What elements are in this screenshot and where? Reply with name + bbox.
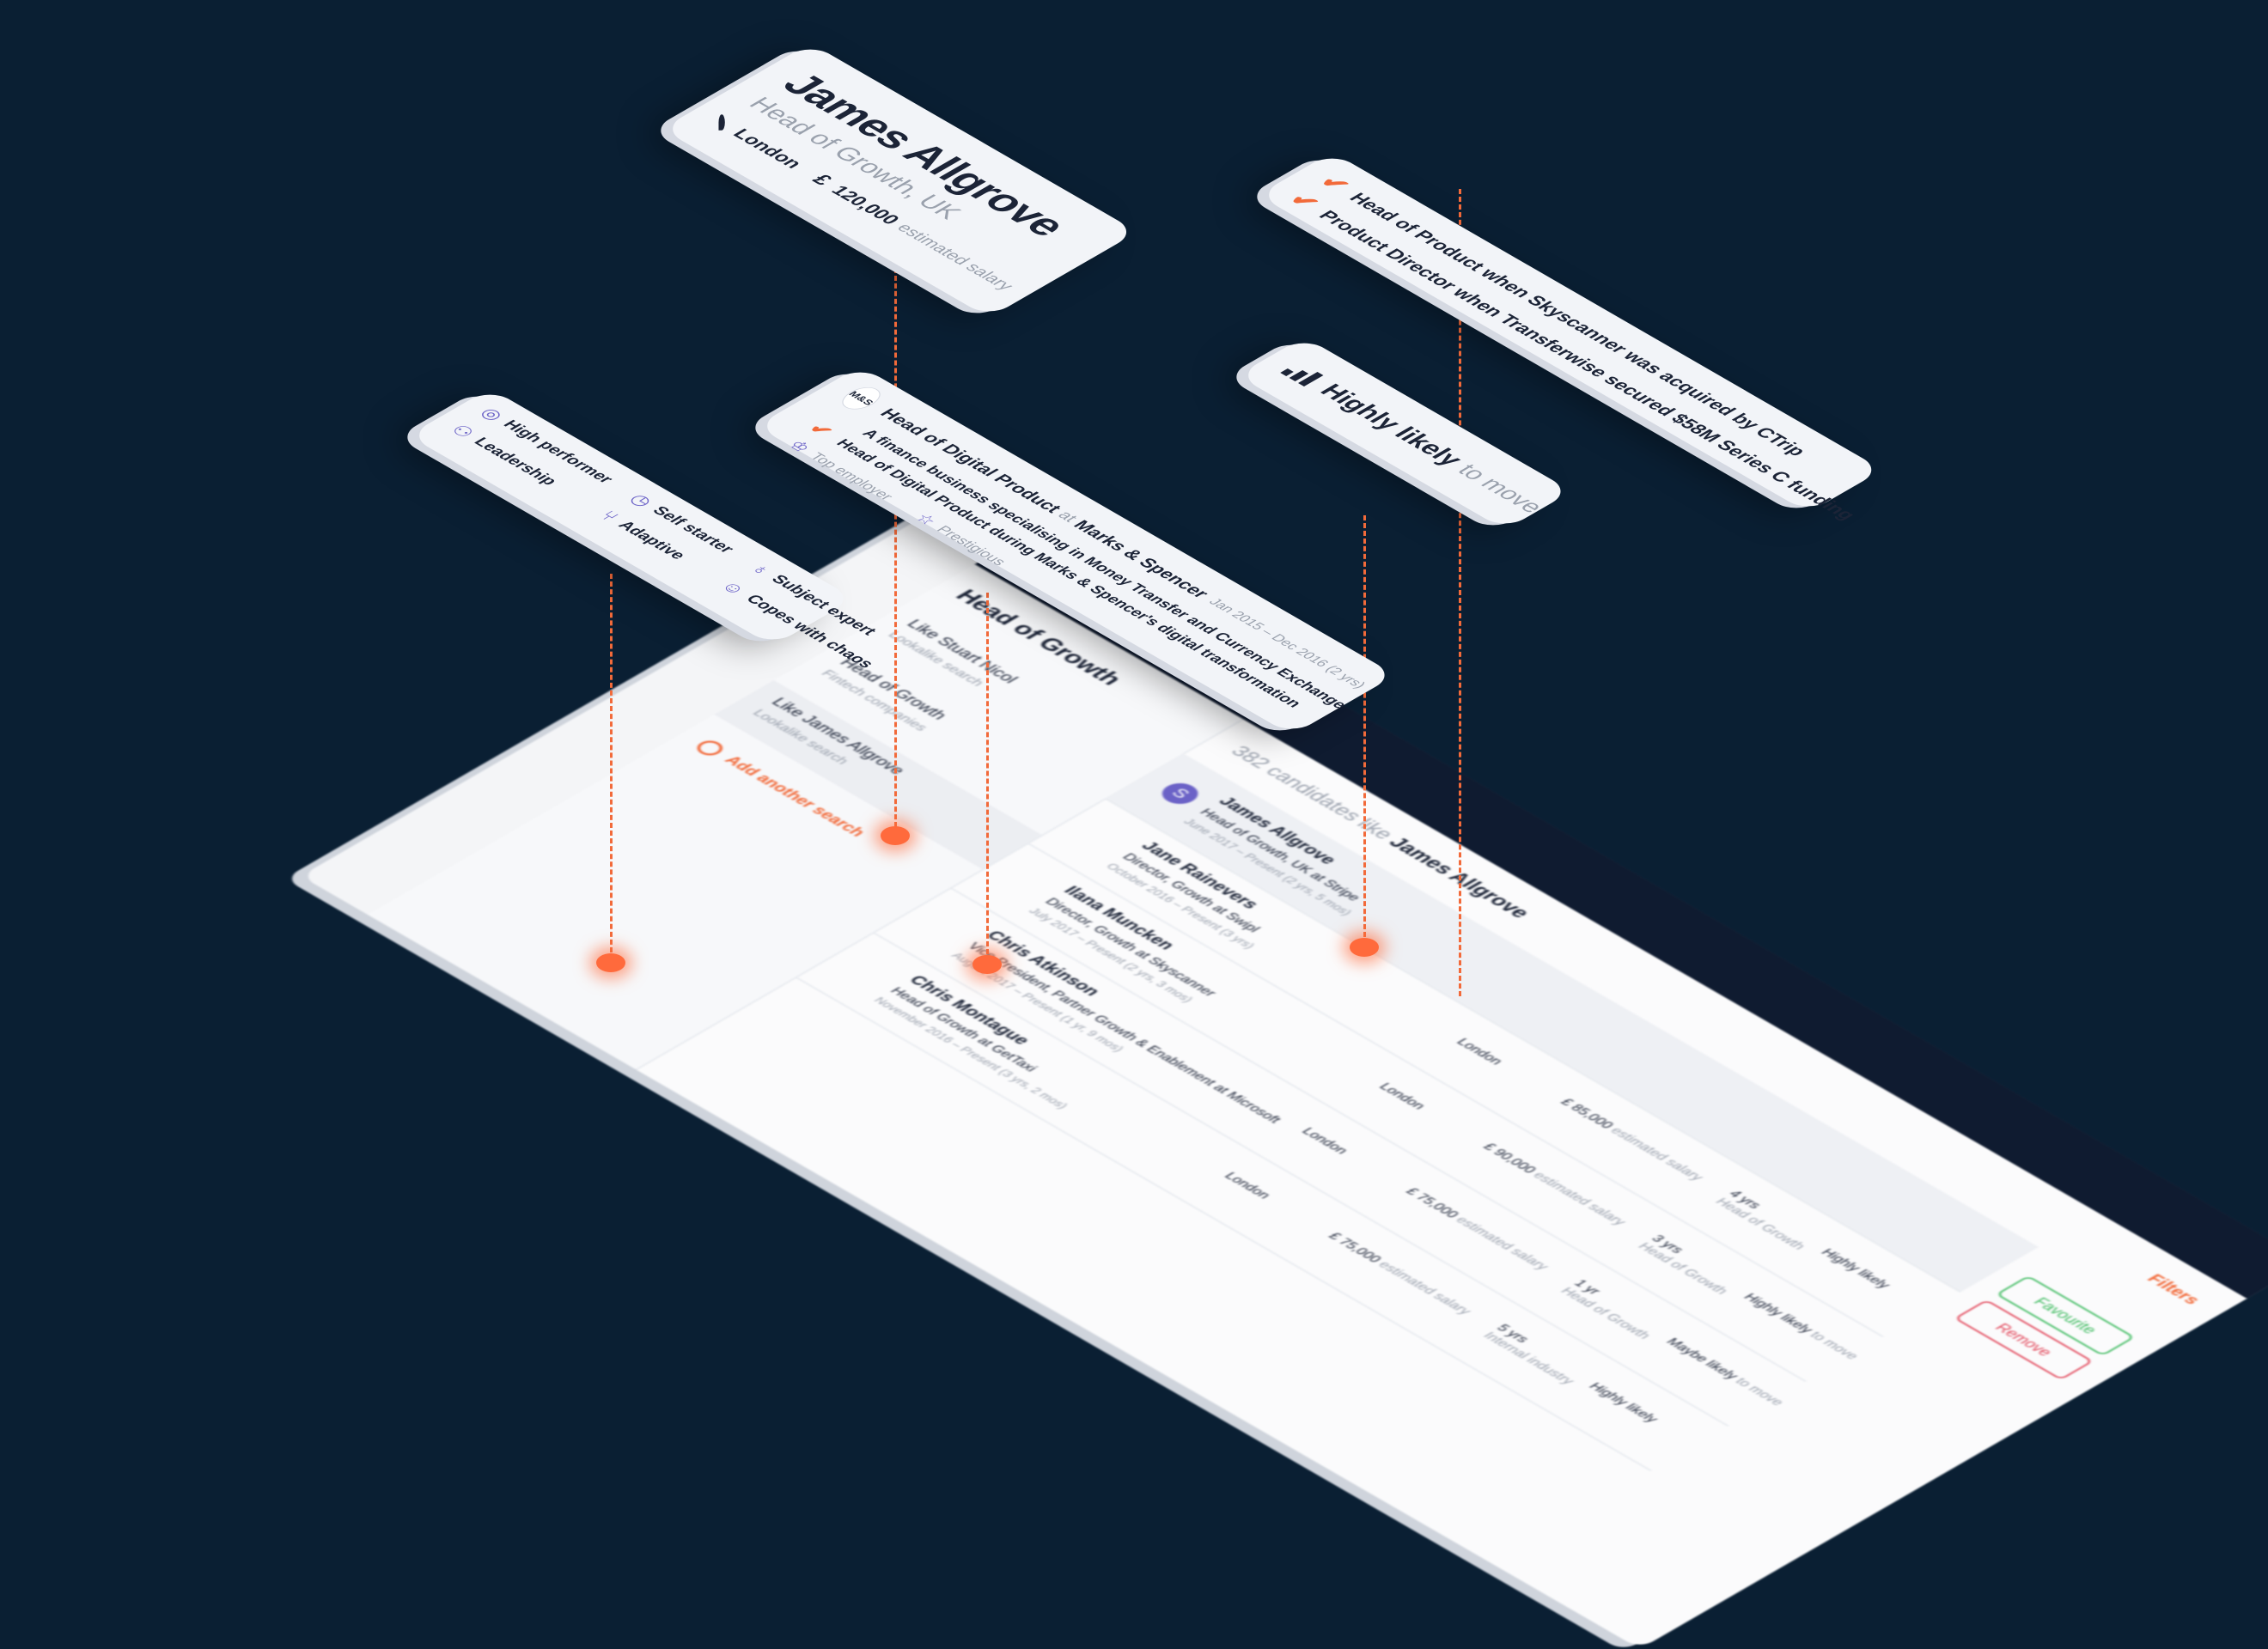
profile-name[interactable]: James Allgrove — [771, 66, 1097, 254]
branch-icon: ⑂ — [594, 508, 624, 525]
connector-dot — [596, 953, 625, 972]
candidate-move: Highly likely — [1817, 1247, 1893, 1291]
profile-card[interactable]: James Allgrove Head of Growth, UK London… — [662, 43, 1138, 318]
connector-line — [894, 268, 897, 835]
check-icon: ✔ — [1282, 189, 1326, 215]
candidate-location: London — [1298, 1126, 1351, 1157]
move-suffix: to move — [1452, 460, 1550, 517]
filters-button[interactable]: Filters — [2142, 1272, 2204, 1308]
move-likelihood: Highly likely — [1314, 380, 1469, 471]
achievement-item: ✔ Product Director when Transferwise sec… — [1282, 189, 1862, 522]
check-icon: ✔ — [1313, 171, 1357, 197]
location-pin-icon — [718, 114, 725, 131]
trophy-icon: ♔ — [783, 438, 814, 455]
achievements-card[interactable]: ✔ Head of Product when Skyscanner was ac… — [1258, 152, 1883, 522]
connector-line — [1363, 515, 1366, 945]
currency-symbol: £ — [807, 171, 838, 189]
candidate-location: London — [1375, 1081, 1429, 1112]
connector-line — [986, 593, 989, 962]
search-icon — [692, 738, 729, 758]
candidate-location: London — [1453, 1037, 1506, 1068]
connector-dot — [881, 826, 910, 845]
people-icon: ⚇ — [446, 422, 479, 441]
timer-icon: ◷ — [625, 490, 658, 510]
avatar: S — [1155, 779, 1206, 808]
connector-dot — [1350, 938, 1379, 957]
traits-column: ◎ High performer ⚇ Leadership — [436, 405, 619, 509]
candidate-move: Highly likely — [1585, 1381, 1661, 1425]
star-badge-icon: ◎ — [475, 405, 509, 424]
traits-column: ◷ Self starter ⑂ Adaptive — [586, 490, 740, 579]
company-logo: M&S — [834, 383, 887, 414]
move-likelihood-card[interactable]: Highly likely to move — [1237, 337, 1572, 530]
check-icon: ✔ — [802, 420, 838, 441]
connector-dot — [972, 955, 1002, 974]
signal-bars-icon — [1280, 362, 1324, 386]
candidate-location: London — [1221, 1171, 1274, 1202]
smiley-icon: ☺ — [716, 577, 752, 599]
connector-line — [610, 574, 613, 960]
lightbulb-icon: ♁ — [746, 560, 777, 579]
achievement-text: Product Director when Transferwise secur… — [1314, 207, 1862, 523]
